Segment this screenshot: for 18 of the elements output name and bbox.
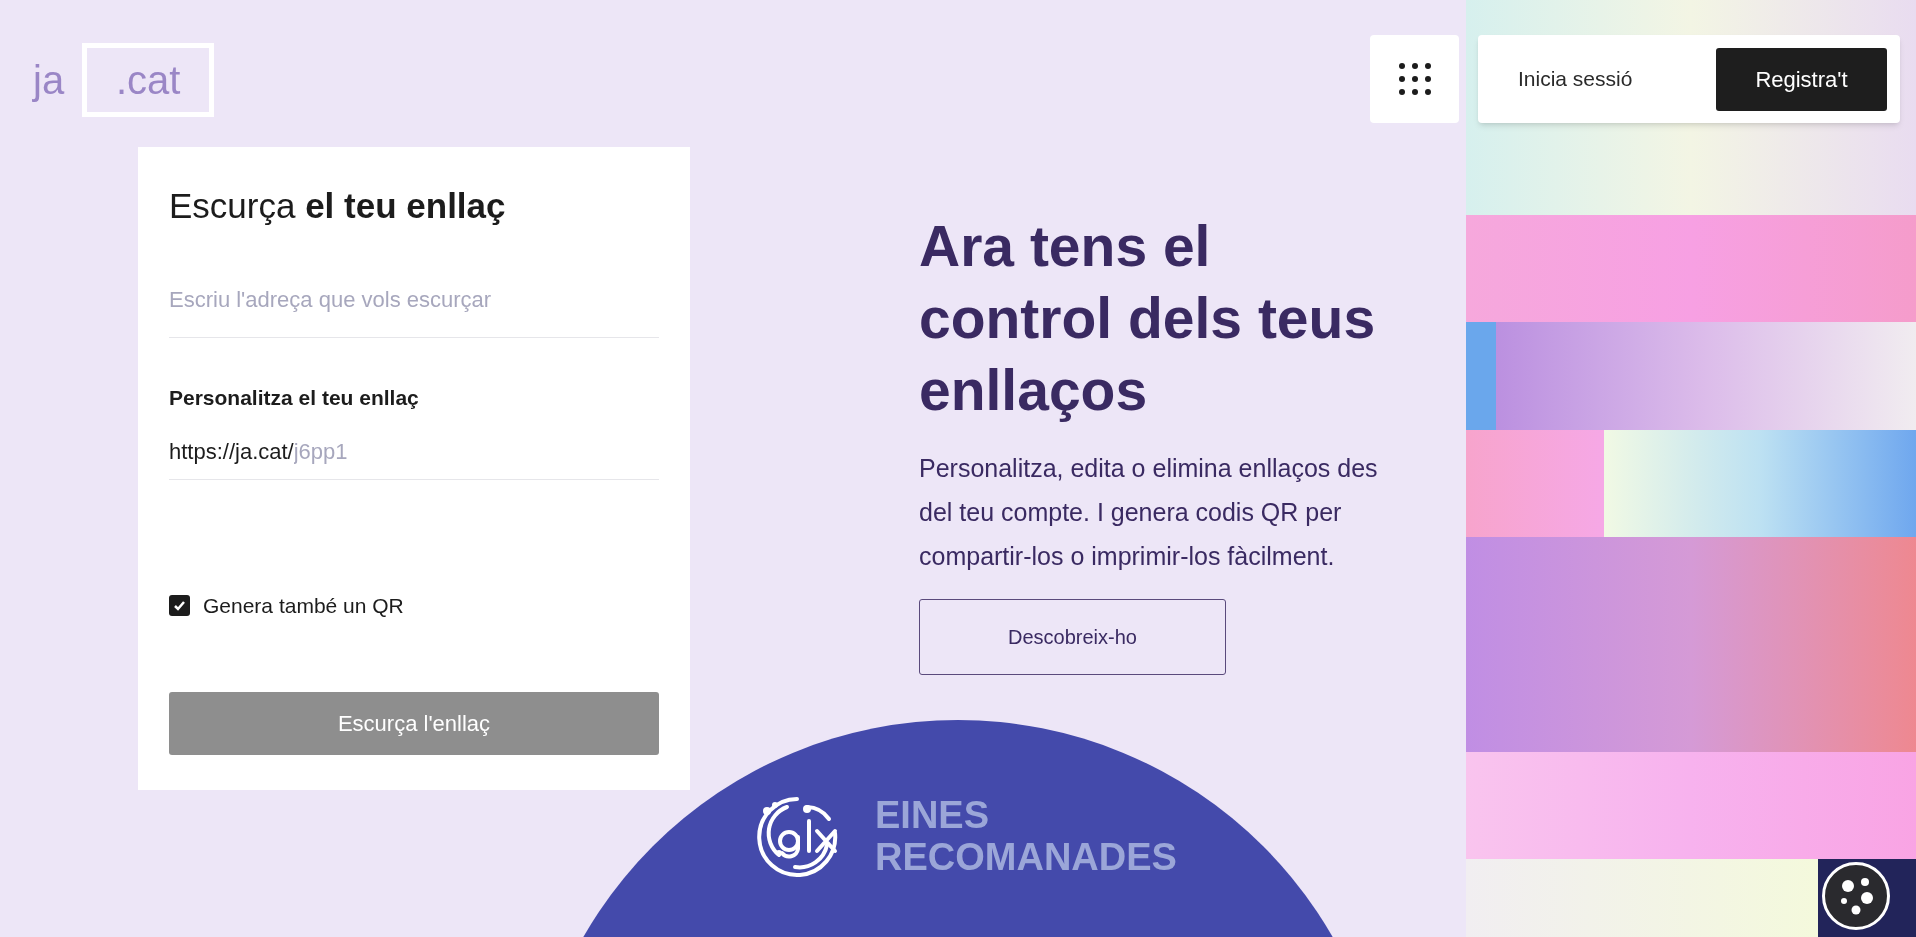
qr-checkbox[interactable] [169, 594, 190, 616]
login-link[interactable]: Inicia sessió [1518, 63, 1633, 95]
promo-text: EINES [875, 794, 991, 836]
logo-boxed-text: .cat [82, 43, 215, 117]
custom-link-field[interactable]: j6pp1 [293, 434, 659, 468]
register-button[interactable]: Registra't [1716, 47, 1887, 111]
discover-button[interactable]: Descobreix-ho [919, 599, 1226, 675]
link-prefix-text: https://ja.cat/ [169, 437, 294, 466]
custom-link-label: Personalitza el teu enllaç [169, 385, 420, 411]
hero-text: Personalitza, edita o elimina enllaços des del teu compte. I genera codis QR per compartir-los o imprimir-los fàcilment. [919, 453, 1379, 572]
apps-menu-button[interactable] [1370, 35, 1459, 123]
hero-headline: Ara tens el control dels teus enllaços [919, 213, 1377, 424]
card-title: Escurça el teu enllaç [169, 185, 507, 227]
grid-icon [1397, 62, 1432, 96]
logo-text: ja [33, 60, 65, 100]
url-input-field[interactable]: Escriu l'adreça que vols escurçar [169, 263, 659, 338]
qr-checkbox-label: Genera també un QR [203, 592, 404, 619]
promo-text: RECOMANADES [875, 836, 1177, 878]
